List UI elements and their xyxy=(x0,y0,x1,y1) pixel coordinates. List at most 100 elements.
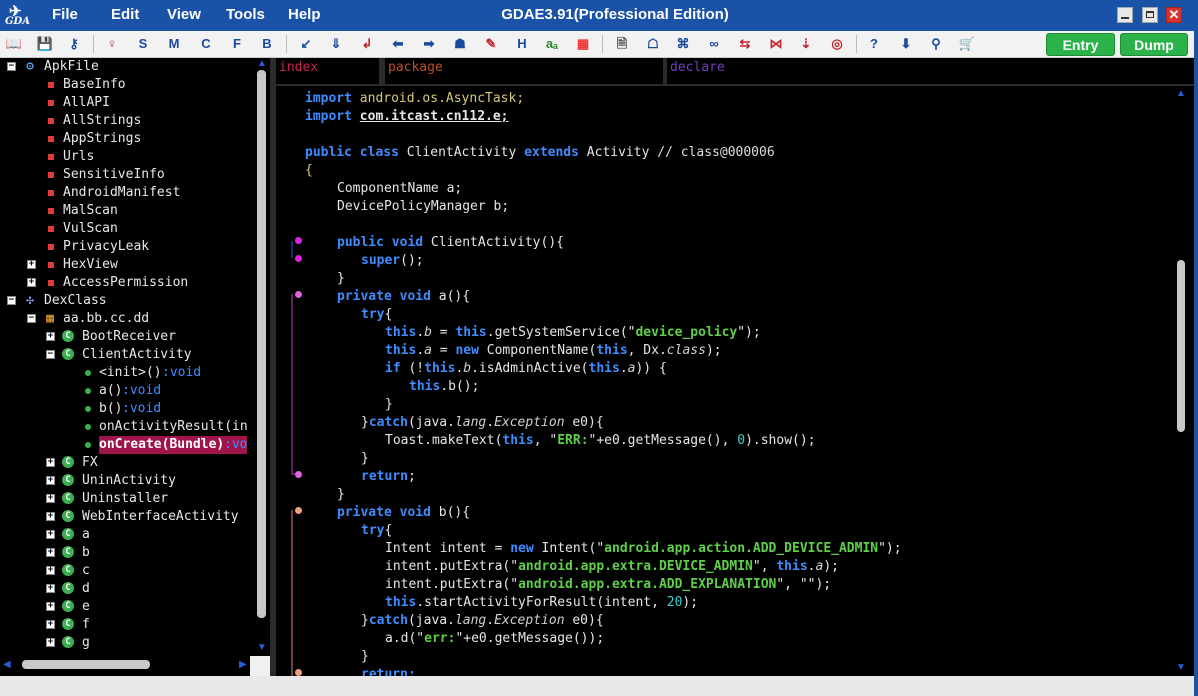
code-line: Toast.makeText(this, "ERR:"+e0.getMessag… xyxy=(385,433,816,448)
link-icon[interactable]: ∞ xyxy=(704,34,724,54)
help-button[interactable]: ? xyxy=(864,34,884,54)
code-view[interactable]: import android.os.AsyncTask; import com.… xyxy=(276,86,1194,676)
code-line: private void a(){ xyxy=(337,289,471,304)
red-square-icon xyxy=(48,136,54,142)
class-icon: C xyxy=(62,582,74,594)
class-tree: − ⚙ ApkFile BaseInfo AllAPI AllStrings AppSt… xyxy=(0,58,270,676)
case-button[interactable]: aₐ xyxy=(542,34,562,54)
class-icon: C xyxy=(62,528,74,540)
method-marker[interactable] xyxy=(295,669,302,676)
android-robot-icon[interactable]: ☖ xyxy=(643,34,663,54)
code-line: return; xyxy=(361,667,416,676)
code-line: { xyxy=(305,163,313,178)
xml-file-icon[interactable]: 🗎 xyxy=(612,34,632,54)
code-line: } xyxy=(385,397,393,412)
code-line: }catch(java.lang.Exception e0){ xyxy=(361,613,604,628)
red-square-icon xyxy=(48,118,54,124)
download-arrow-icon[interactable]: ⬇ xyxy=(896,34,916,54)
code-line: intent.putExtra("android.app.extra.DEVIC… xyxy=(385,559,839,574)
scroll-right-icon[interactable]: ▶ xyxy=(239,659,247,670)
tree-scroll-thumb[interactable] xyxy=(257,70,266,618)
method-marker[interactable] xyxy=(295,507,302,514)
save-icon[interactable]: 💾 xyxy=(35,34,55,54)
method-marker[interactable] xyxy=(295,255,302,262)
cart-icon[interactable]: 🛒 xyxy=(957,34,977,54)
download-icon[interactable]: ⇓ xyxy=(326,34,346,54)
classes-button[interactable]: C xyxy=(196,34,216,54)
entry-button[interactable]: Entry xyxy=(1046,33,1115,56)
edit-note-icon[interactable]: ✎ xyxy=(481,34,501,54)
search-icon[interactable]: ⚲ xyxy=(926,34,946,54)
window-title: GDAE3.91(Professional Edition) xyxy=(501,6,729,23)
class-icon: C xyxy=(62,510,74,522)
jump-icon[interactable]: ↙ xyxy=(296,34,316,54)
code-line: } xyxy=(361,649,369,664)
title-bar: ✈ GDA File Edit View Tools Help GDAE3.91… xyxy=(0,0,1194,31)
command-icon[interactable]: ⌘ xyxy=(673,34,693,54)
open-book-icon[interactable]: 📖 xyxy=(4,34,24,54)
red-square-icon xyxy=(48,208,54,214)
code-line: DevicePolicyManager b; xyxy=(337,199,510,214)
class-icon: C xyxy=(62,600,74,612)
dex-icon: ✣ xyxy=(26,293,34,308)
tree-horizontal-scrollbar[interactable]: ◀ ▶ xyxy=(0,656,250,674)
class-icon: C xyxy=(62,348,74,360)
back-arrow-icon[interactable]: ⬅ xyxy=(388,34,408,54)
red-square-icon xyxy=(48,262,54,268)
code-line: return; xyxy=(361,469,416,484)
key-icon[interactable]: ⚷ xyxy=(64,34,84,54)
method-icon xyxy=(85,370,91,376)
color-grid-icon[interactable]: ▦ xyxy=(573,34,593,54)
scroll-down-icon[interactable]: ▼ xyxy=(257,642,267,653)
red-square-icon xyxy=(48,226,54,232)
method-icon xyxy=(85,406,91,412)
merge-down-icon[interactable]: ⇣ xyxy=(796,34,816,54)
red-square-icon xyxy=(48,280,54,286)
return-icon[interactable]: ↲ xyxy=(357,34,377,54)
tree-hscroll-thumb[interactable] xyxy=(22,660,150,669)
tab-package[interactable]: package xyxy=(385,58,663,84)
red-square-icon xyxy=(48,154,54,160)
method-icon xyxy=(85,388,91,394)
code-line: intent.putExtra("android.app.extra.ADD_E… xyxy=(385,577,832,592)
android-file-icon: ⚙ xyxy=(26,59,34,74)
method-marker[interactable] xyxy=(295,291,302,298)
class-icon: C xyxy=(62,330,74,342)
scroll-up-icon[interactable]: ▲ xyxy=(1176,88,1186,99)
scroll-down-icon[interactable]: ▼ xyxy=(1176,662,1186,673)
hex-button[interactable]: H xyxy=(512,34,532,54)
tab-index[interactable]: index xyxy=(276,58,379,84)
forward-arrow-icon[interactable]: ➡ xyxy=(419,34,439,54)
maximize-button[interactable] xyxy=(1142,7,1158,23)
person-icon[interactable]: ♀ xyxy=(102,34,122,54)
dump-button[interactable]: Dump xyxy=(1120,33,1188,56)
tab-declare[interactable]: declare xyxy=(667,58,1194,84)
bookmarks-button[interactable]: B xyxy=(257,34,277,54)
method-marker[interactable] xyxy=(295,471,302,478)
red-square-icon xyxy=(48,82,54,88)
methods-button[interactable]: M xyxy=(164,34,184,54)
tree-vertical-scrollbar[interactable]: ▲ ▼ xyxy=(255,58,268,658)
status-bar xyxy=(0,676,1194,696)
code-line: super(); xyxy=(361,253,424,268)
red-square-icon xyxy=(48,190,54,196)
method-marker[interactable] xyxy=(295,237,302,244)
fields-button[interactable]: F xyxy=(227,34,247,54)
code-line: this.startActivityForResult(intent, 20); xyxy=(385,595,699,610)
scroll-up-icon[interactable]: ▲ xyxy=(257,58,267,69)
chain-icon[interactable]: ⋈ xyxy=(766,34,786,54)
code-line: this.b = this.getSystemService("device_p… xyxy=(385,325,761,340)
fingerprint-icon[interactable]: ◎ xyxy=(827,34,847,54)
code-gutter xyxy=(276,86,306,676)
class-icon: C xyxy=(62,492,74,504)
minimize-button[interactable] xyxy=(1117,7,1133,23)
scroll-left-icon[interactable]: ◀ xyxy=(3,659,11,670)
close-button[interactable]: ✕ xyxy=(1166,7,1182,23)
code-vertical-scrollbar[interactable]: ▲ ▼ xyxy=(1174,86,1188,676)
code-line: try{ xyxy=(361,307,393,322)
code-scroll-thumb[interactable] xyxy=(1177,260,1185,432)
strings-button[interactable]: S xyxy=(133,34,153,54)
swap-icon[interactable]: ⇆ xyxy=(735,34,755,54)
code-line: public void ClientActivity(){ xyxy=(337,235,564,250)
android-icon[interactable]: ☗ xyxy=(450,34,470,54)
